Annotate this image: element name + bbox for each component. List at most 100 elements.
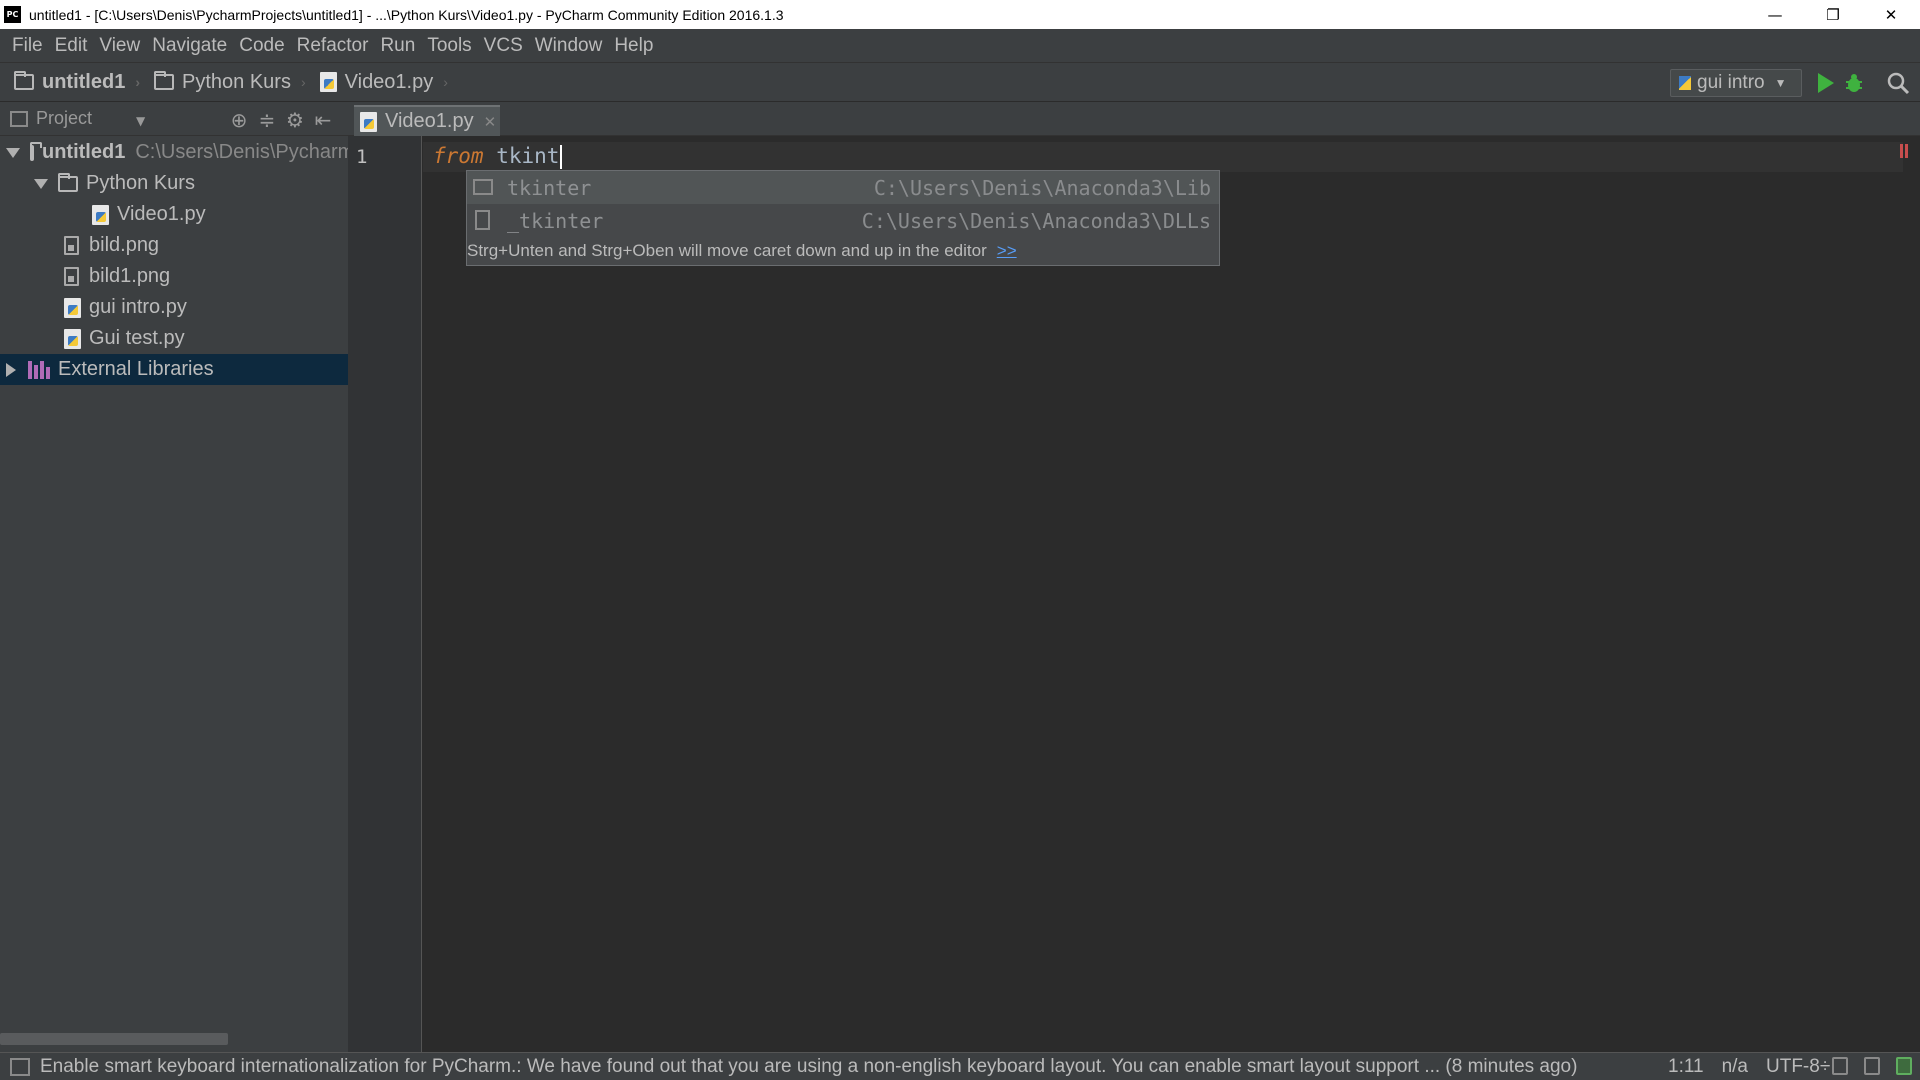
menu-view[interactable]: View bbox=[93, 35, 146, 57]
minimize-button[interactable]: — bbox=[1746, 0, 1804, 29]
python-icon bbox=[1679, 76, 1691, 90]
close-tab-icon[interactable]: ✕ bbox=[484, 113, 497, 131]
chevron-down-icon: ▼ bbox=[1774, 76, 1787, 90]
chevron-right-icon: › bbox=[135, 74, 141, 90]
tree-item-gui-intro[interactable]: gui intro.py bbox=[0, 292, 348, 323]
project-tree: untitled1 C:\Users\Denis\PycharmProjects… bbox=[0, 136, 348, 1052]
image-file-icon bbox=[64, 267, 79, 286]
chevron-right-icon: › bbox=[300, 74, 306, 90]
title-bar: PC untitled1 - [C:\Users\Denis\PycharmPr… bbox=[0, 0, 1920, 29]
tree-item-label: Python Kurs bbox=[86, 172, 195, 194]
tab-label: Video1.py bbox=[385, 110, 474, 132]
toggle-tool-windows-icon[interactable] bbox=[10, 1057, 30, 1076]
file-encoding[interactable]: UTF-8÷ bbox=[1766, 1056, 1830, 1078]
breadcrumb-file[interactable]: Video1.py › bbox=[319, 71, 448, 94]
completion-name: _tkinter bbox=[507, 208, 604, 233]
tree-item-video1[interactable]: Video1.py bbox=[0, 199, 348, 230]
tree-item-label: External Libraries bbox=[58, 358, 214, 380]
tree-item-label: untitled1 bbox=[42, 141, 126, 163]
run-config-label: gui intro bbox=[1697, 72, 1765, 93]
project-view-icon bbox=[10, 111, 28, 127]
module-file-icon bbox=[475, 210, 490, 230]
debug-bug-icon[interactable] bbox=[1844, 72, 1864, 94]
window-controls: — ❐ ✕ bbox=[1746, 0, 1920, 29]
hector-icon[interactable] bbox=[1864, 1057, 1880, 1075]
restore-button[interactable]: ❐ bbox=[1804, 0, 1862, 29]
menu-tools[interactable]: Tools bbox=[421, 35, 477, 57]
window-title: untitled1 - [C:\Users\Denis\PycharmProje… bbox=[29, 6, 784, 23]
run-configuration-select[interactable]: gui intro ▼ bbox=[1670, 69, 1802, 97]
expand-arrow-icon[interactable] bbox=[6, 362, 16, 377]
tree-item-label: gui intro.py bbox=[89, 296, 187, 318]
tree-item-gui-test[interactable]: Gui test.py bbox=[0, 323, 348, 354]
python-file-icon bbox=[92, 204, 109, 225]
menu-code[interactable]: Code bbox=[233, 35, 290, 57]
caret-position[interactable]: 1:11 bbox=[1668, 1056, 1704, 1078]
completion-item[interactable]: _tkinter C:\Users\Denis\Anaconda3\DLLs bbox=[467, 204, 1219, 237]
tree-item-python-kurs[interactable]: Python Kurs bbox=[0, 168, 348, 199]
menu-window[interactable]: Window bbox=[529, 35, 609, 57]
code-line[interactable]: from tkint bbox=[433, 144, 563, 169]
breadcrumb-project[interactable]: untitled1 › bbox=[14, 71, 140, 94]
chevron-right-icon: › bbox=[443, 74, 448, 90]
menu-vcs[interactable]: VCS bbox=[478, 35, 529, 57]
package-folder-icon bbox=[473, 179, 493, 195]
tree-item-bild[interactable]: bild.png bbox=[0, 230, 348, 261]
menu-edit[interactable]: Edit bbox=[49, 35, 94, 57]
search-icon[interactable] bbox=[1886, 71, 1910, 95]
completion-item[interactable]: tkinter C:\Users\Denis\Anaconda3\Lib bbox=[467, 171, 1219, 204]
menu-run[interactable]: Run bbox=[374, 35, 421, 57]
folder-icon bbox=[30, 141, 42, 161]
status-message[interactable]: Enable smart keyboard internationalizati… bbox=[40, 1056, 1660, 1078]
chevron-down-icon[interactable]: ▼ bbox=[136, 114, 145, 128]
collapse-all-icon[interactable]: ≑ bbox=[256, 108, 278, 132]
project-panel-header: Project ▼ ⊕ ≑ ⚙ ⇤ bbox=[0, 102, 348, 136]
run-button[interactable] bbox=[1818, 73, 1834, 93]
python-file-icon bbox=[319, 72, 337, 92]
code-editor[interactable]: from tkint bbox=[423, 136, 1920, 1052]
project-panel-title[interactable]: Project bbox=[36, 108, 92, 129]
code-completion-popup: tkinter C:\Users\Denis\Anaconda3\Lib _tk… bbox=[466, 170, 1220, 266]
tree-item-external-libraries[interactable]: External Libraries bbox=[0, 354, 348, 385]
tree-item-root[interactable]: untitled1 C:\Users\Denis\PycharmProjects… bbox=[0, 137, 348, 168]
completion-more-link[interactable]: >> bbox=[997, 241, 1017, 261]
expand-arrow-icon[interactable] bbox=[6, 147, 20, 158]
hide-panel-icon[interactable]: ⇤ bbox=[312, 108, 334, 132]
lock-icon[interactable] bbox=[1832, 1057, 1848, 1075]
error-stripe-marker[interactable] bbox=[1900, 144, 1908, 158]
completion-path: C:\Users\Denis\Anaconda3\DLLs bbox=[861, 208, 1211, 233]
folder-icon bbox=[154, 71, 175, 90]
folder-icon bbox=[58, 172, 78, 192]
tree-item-label: Video1.py bbox=[117, 203, 206, 225]
python-file-icon bbox=[360, 111, 377, 132]
python-file-icon bbox=[64, 328, 81, 349]
pycharm-app-icon: PC bbox=[4, 6, 21, 23]
python-file-icon bbox=[64, 297, 81, 318]
completion-hint-text: Strg+Unten and Strg+Oben will move caret… bbox=[467, 241, 987, 260]
menu-file[interactable]: File bbox=[6, 35, 49, 57]
project-tree-scrollbar[interactable] bbox=[0, 1033, 228, 1045]
close-button[interactable]: ✕ bbox=[1862, 0, 1920, 29]
completion-path: C:\Users\Denis\Anaconda3\Lib bbox=[873, 175, 1211, 200]
editor-tab-bar: Video1.py ✕ bbox=[348, 102, 1920, 136]
breadcrumb-folder[interactable]: Python Kurs › bbox=[154, 71, 306, 94]
status-bar: Enable smart keyboard internationalizati… bbox=[0, 1052, 1920, 1080]
current-line-highlight bbox=[423, 142, 1903, 172]
scroll-from-source-icon[interactable]: ⊕ bbox=[228, 108, 250, 132]
expand-arrow-icon[interactable] bbox=[34, 178, 48, 189]
tree-item-bild1[interactable]: bild1.png bbox=[0, 261, 348, 292]
completion-hint: Strg+Unten and Strg+Oben will move caret… bbox=[467, 237, 1219, 265]
menu-refactor[interactable]: Refactor bbox=[291, 35, 375, 57]
menu-navigate[interactable]: Navigate bbox=[146, 35, 233, 57]
event-log-icon[interactable] bbox=[1896, 1057, 1912, 1075]
project-panel-tools: ⊕ ≑ ⚙ ⇤ bbox=[228, 108, 334, 132]
keyword-from: from bbox=[433, 144, 484, 168]
menu-help[interactable]: Help bbox=[608, 35, 659, 57]
status-icons bbox=[1832, 1057, 1912, 1075]
gear-icon[interactable]: ⚙ bbox=[284, 108, 306, 132]
line-separator[interactable]: n/a bbox=[1722, 1056, 1748, 1078]
tab-video1[interactable]: Video1.py ✕ bbox=[354, 105, 500, 136]
typed-identifier: tkint bbox=[496, 144, 560, 168]
completion-name: tkinter bbox=[507, 175, 592, 200]
text-cursor bbox=[560, 145, 563, 169]
